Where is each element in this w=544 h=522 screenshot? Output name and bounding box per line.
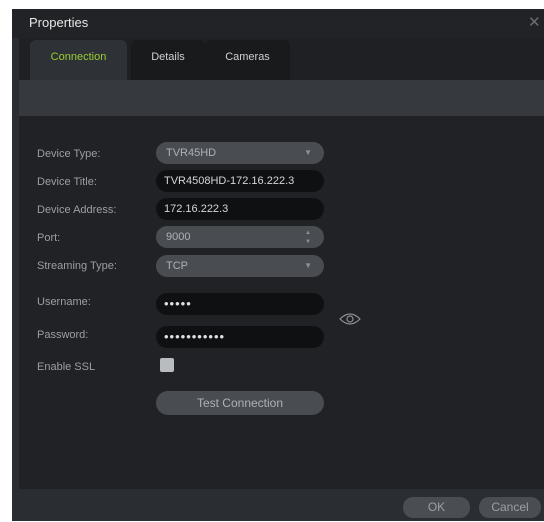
- streaming-type-select[interactable]: TCP ▼: [156, 255, 324, 277]
- tab-bar: Connection Details Cameras: [19, 38, 544, 80]
- close-icon[interactable]: ✕: [528, 14, 541, 32]
- port-stepper[interactable]: 9000 ▲ ▼: [156, 226, 324, 248]
- port-label: Port:: [37, 232, 61, 244]
- device-type-label: Device Type:: [37, 148, 101, 160]
- password-field[interactable]: •••••••••••: [156, 326, 324, 348]
- tab-subbar: [19, 80, 544, 116]
- tab-cameras[interactable]: Cameras: [205, 40, 290, 80]
- dialog-footer: OK Cancel: [12, 489, 544, 521]
- title-bar: Properties ✕: [12, 9, 544, 38]
- ok-button[interactable]: OK: [403, 497, 470, 518]
- eye-icon[interactable]: [339, 312, 361, 326]
- properties-dialog: Properties ✕ Connection Details Cameras …: [12, 9, 544, 521]
- device-address-label: Device Address:: [37, 204, 117, 216]
- connection-panel: Device Type: TVR45HD ▼ Device Title: TVR…: [19, 116, 544, 489]
- username-label: Username:: [37, 296, 91, 308]
- password-label: Password:: [37, 329, 89, 341]
- chevron-down-icon: ▼: [304, 148, 312, 157]
- tab-details[interactable]: Details: [131, 40, 205, 80]
- spinner-down-icon[interactable]: ▼: [305, 239, 311, 245]
- test-connection-button[interactable]: Test Connection: [156, 391, 324, 415]
- tab-connection[interactable]: Connection: [30, 40, 127, 80]
- streaming-type-label: Streaming Type:: [37, 260, 117, 272]
- device-type-value: TVR45HD: [166, 147, 217, 159]
- window-title: Properties: [29, 15, 89, 30]
- device-address-input[interactable]: 172.16.222.3: [156, 198, 324, 220]
- enable-ssl-checkbox[interactable]: [160, 358, 174, 372]
- streaming-type-value: TCP: [166, 260, 188, 272]
- enable-ssl-label: Enable SSL: [37, 361, 96, 373]
- device-title-input[interactable]: TVR4508HD-172.16.222.3: [156, 170, 324, 192]
- cancel-button[interactable]: Cancel: [479, 497, 541, 518]
- device-title-label: Device Title:: [37, 176, 97, 188]
- chevron-down-icon: ▼: [304, 261, 312, 270]
- spinner-up-icon[interactable]: ▲: [305, 230, 311, 236]
- device-type-select[interactable]: TVR45HD ▼: [156, 142, 324, 164]
- username-field[interactable]: •••••: [156, 293, 324, 315]
- port-value: 9000: [166, 231, 191, 243]
